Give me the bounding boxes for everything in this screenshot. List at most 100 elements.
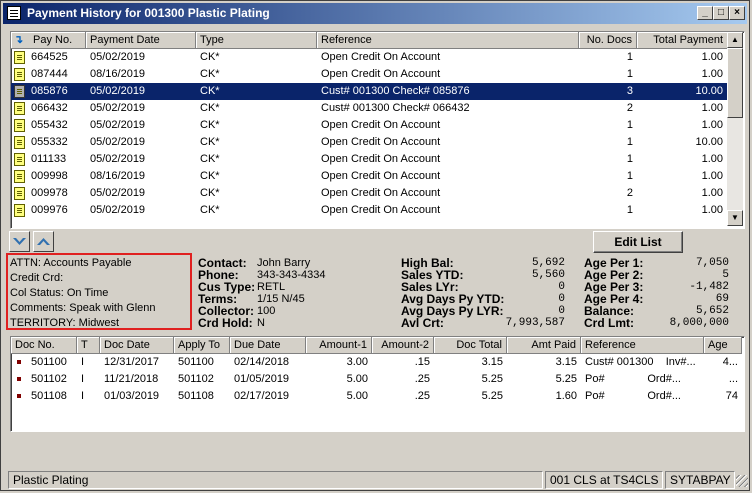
payment-cell-docs: 1: [626, 51, 633, 63]
document-cell-amt2: .15: [414, 356, 430, 368]
expand-down-button[interactable]: [9, 231, 30, 252]
col-header-age[interactable]: Age: [704, 337, 742, 354]
payment-row[interactable]: 087444 08/16/2019 CK* Open Credit On Accoun…: [11, 66, 727, 83]
document-cell-t: I: [81, 356, 85, 368]
payment-row[interactable]: 055332 05/02/2019 CK* Open Credit On Accoun…: [11, 134, 727, 151]
payment-cell-date: 08/16/2019: [90, 68, 146, 80]
document-cell-amt2: .25: [414, 373, 430, 385]
minimize-button[interactable]: _: [697, 6, 713, 20]
document-cell-due-date: 01/05/2019: [234, 373, 290, 385]
payment-row[interactable]: 055432 05/02/2019 CK* Open Credit On Accoun…: [11, 117, 727, 134]
payment-cell-reference: Cust# 001300 Check# 085876: [321, 85, 470, 97]
scroll-down-icon[interactable]: ▼: [727, 210, 743, 226]
payment-cell-pay-no: 085876: [31, 85, 68, 97]
col-header-doc-date[interactable]: Doc Date: [100, 337, 174, 354]
payment-cell-total: 1.00: [701, 102, 723, 114]
title-bar[interactable]: Payment History for 001300 Plastic Plati…: [3, 3, 747, 24]
payment-cell-total: 1.00: [701, 170, 723, 182]
col-header-apply-to[interactable]: Apply To: [174, 337, 230, 354]
window-icon: [7, 6, 21, 20]
payment-row[interactable]: 009976 05/02/2019 CK* Open Credit On Accoun…: [11, 202, 727, 219]
document-row[interactable]: 501102 I 11/21/2018 501102 01/05/2019 5.00 .25…: [11, 371, 742, 388]
payment-cell-docs: 1: [626, 119, 633, 131]
collector-value: 100: [257, 305, 276, 317]
col-header-reference[interactable]: Reference: [581, 337, 704, 354]
document-cell-doc-no: 501102: [31, 373, 67, 385]
col-header-amount-1[interactable]: Amount-1: [306, 337, 372, 354]
scroll-up-icon[interactable]: ▲: [727, 32, 743, 48]
payment-cell-reference: Cust# 001300 Check# 066432: [321, 102, 470, 114]
col-header-reference[interactable]: Reference: [317, 32, 579, 49]
payment-cell-type: CK*: [200, 85, 220, 97]
col-header-due-date[interactable]: Due Date: [230, 337, 306, 354]
col-header-doc-total[interactable]: Doc Total: [434, 337, 507, 354]
avl-crt-label: Avl Crt:: [401, 316, 444, 330]
maximize-button[interactable]: □: [713, 6, 729, 20]
payment-cell-pay-no: 664525: [31, 51, 68, 63]
document-cell-amt2: .25: [414, 390, 430, 402]
payment-cell-type: CK*: [200, 187, 220, 199]
status-location: 001 CLS at TS4CLS: [545, 471, 663, 489]
col-header-amount-2[interactable]: Amount-2: [372, 337, 434, 354]
payment-row[interactable]: 009998 08/16/2019 CK* Open Credit On Accoun…: [11, 168, 727, 185]
payments-scrollbar[interactable]: ▲ ▼: [727, 32, 743, 226]
notes-credit: Credit Crd:: [10, 272, 64, 284]
status-program: SYTABPAY: [665, 471, 735, 489]
document-cell-doc-no: 501100: [31, 356, 67, 368]
payment-cell-docs: 1: [626, 153, 633, 165]
scroll-thumb[interactable]: [727, 48, 743, 118]
col-header-doc-no[interactable]: Doc No.: [11, 337, 77, 354]
payment-row[interactable]: 664525 05/02/2019 CK* Open Credit On Accoun…: [11, 49, 727, 66]
payment-cell-type: CK*: [200, 136, 220, 148]
payment-cell-type: CK*: [200, 102, 220, 114]
chevron-down-icon: [13, 238, 26, 245]
payment-cell-total: 1.00: [701, 153, 723, 165]
crd-lmt-label: Crd Lmt:: [584, 316, 634, 330]
collapse-up-button[interactable]: [33, 231, 54, 252]
edit-list-button[interactable]: Edit List: [593, 231, 683, 253]
payment-cell-date: 05/02/2019: [90, 102, 146, 114]
payment-cell-date: 05/02/2019: [90, 187, 146, 199]
documents-grid[interactable]: Doc No. T Doc Date Apply To Due Date Amo…: [10, 336, 745, 432]
payment-row[interactable]: 066432 05/02/2019 CK* Cust# 001300 Check# 0…: [11, 100, 727, 117]
close-button[interactable]: ×: [729, 6, 745, 20]
payment-cell-total: 1.00: [701, 68, 723, 80]
payment-row[interactable]: 009978 05/02/2019 CK* Open Credit On Accoun…: [11, 185, 727, 202]
notes-comments: Comments: Speak with Glenn: [10, 302, 156, 314]
payments-grid[interactable]: ↴ Pay No. Payment Date Type Reference No…: [10, 31, 745, 229]
document-cell-doc-total: 5.25: [481, 390, 503, 402]
payment-cell-total: 10.00: [695, 85, 723, 97]
document-cell-t: I: [81, 390, 85, 402]
document-cell-amt-paid: 5.25: [555, 373, 577, 385]
payment-cell-reference: Open Credit On Account: [321, 187, 441, 199]
col-header-amt-paid[interactable]: Amt Paid: [507, 337, 581, 354]
document-cell-age: 4...: [722, 356, 738, 368]
col-header-t[interactable]: T: [77, 337, 100, 354]
col-header-no-docs[interactable]: No. Docs: [579, 32, 637, 49]
payment-cell-total: 1.00: [701, 119, 723, 131]
contact-value: John Barry: [257, 257, 311, 269]
payment-cell-reference: Open Credit On Account: [321, 204, 441, 216]
col-header-total-payment[interactable]: Total Payment: [637, 32, 728, 49]
age-per-1-value: 7,050: [695, 257, 729, 269]
sales-lyr-value: 0: [558, 281, 565, 293]
col-header-type[interactable]: Type: [196, 32, 317, 49]
payment-cell-pay-no: 066432: [31, 102, 68, 114]
document-row[interactable]: 501108 I 01/03/2019 501108 02/17/2019 5.00 .25…: [11, 388, 742, 405]
custype-value: RETL: [257, 281, 286, 293]
resize-grip-icon[interactable]: [736, 475, 748, 487]
col-header-payment-date[interactable]: Payment Date: [86, 32, 196, 49]
balance-value: 5,652: [695, 305, 729, 317]
payment-row[interactable]: 011133 05/02/2019 CK* Open Credit On Accoun…: [11, 151, 727, 168]
document-cell-doc-date: 11/21/2018: [104, 373, 159, 385]
payment-cell-date: 05/02/2019: [90, 119, 146, 131]
notes-col-status: Col Status: On Time: [10, 287, 109, 299]
col-header-pay-no[interactable]: ↴ Pay No.: [11, 32, 86, 49]
payment-cell-docs: 1: [626, 68, 633, 80]
document-row[interactable]: 501100 I 12/31/2017 501100 02/14/2018 3.00 .15…: [11, 354, 742, 371]
payment-cell-pay-no: 055332: [31, 136, 68, 148]
payment-cell-pay-no: 011133: [31, 153, 67, 165]
payment-cell-type: CK*: [200, 170, 220, 182]
avg-days-ytd-value: 0: [558, 293, 565, 305]
payment-row[interactable]: 085876 05/02/2019 CK* Cust# 001300 Check# 0…: [11, 83, 727, 100]
